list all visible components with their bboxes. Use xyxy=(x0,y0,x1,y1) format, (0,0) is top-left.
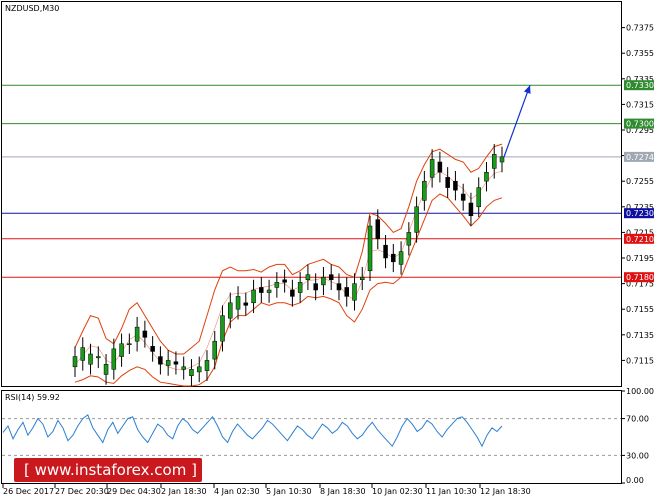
candle-body xyxy=(228,302,233,319)
candle-body xyxy=(367,225,373,272)
candle-body xyxy=(429,159,435,178)
time-tick-label: 29 Dec 04:30 xyxy=(107,487,161,496)
candle-body xyxy=(305,274,311,281)
candle-body xyxy=(282,279,287,283)
candle-body xyxy=(165,360,171,366)
chart-canvas: NZDUSD,M30 0.73750.73550.73350.73150.729… xyxy=(1,1,654,496)
price-tick-label: 0.7115 xyxy=(626,356,654,365)
candle-body xyxy=(96,356,101,359)
candle-body xyxy=(204,360,210,371)
candle-body xyxy=(150,346,155,352)
candle-body xyxy=(243,302,249,306)
candle-body xyxy=(391,253,396,263)
candle-body xyxy=(196,366,202,373)
candle-body xyxy=(103,363,109,375)
candle-body xyxy=(460,193,466,201)
candle-body xyxy=(266,289,272,293)
candle-body xyxy=(220,315,225,342)
level-tag-label: 0.7210 xyxy=(626,235,654,244)
price-tick-label: 0.7375 xyxy=(626,24,654,33)
candle-body xyxy=(127,343,132,346)
candle-body xyxy=(328,274,334,281)
time-tick-label: 8 Jan 18:30 xyxy=(320,487,366,496)
candle-body xyxy=(360,276,365,281)
candle-body xyxy=(142,330,148,338)
time-x-axis: 26 Dec 2017 27 Dec 20:3029 Dec 04:30 2 Jan… xyxy=(2,484,531,496)
watermark-text: www.instaforex.com xyxy=(34,461,187,479)
rsi-tick-label: 70.00 xyxy=(626,415,649,424)
price-panel: NZDUSD,M30 0.73750.73550.73350.73150.729… xyxy=(1,1,654,387)
level-tag-label: 0.7230 xyxy=(626,209,654,218)
candle-body xyxy=(119,343,124,357)
candle-body xyxy=(491,154,497,169)
rsi-tick-label: 0.00 xyxy=(626,476,644,485)
candle-body xyxy=(321,276,326,286)
candle-body xyxy=(375,219,381,240)
level-tag-label: 0.7180 xyxy=(626,273,654,282)
candle-body xyxy=(88,353,93,365)
candle-body xyxy=(189,369,194,377)
candle-body xyxy=(398,251,404,265)
price-y-axis: 0.73750.73550.73350.73150.72950.72750.72… xyxy=(621,24,654,365)
candle-body xyxy=(235,296,241,310)
level-tag-label: 0.7300 xyxy=(626,120,654,129)
candle-body xyxy=(212,340,217,360)
time-tick-label: 2 Jan 18:30 xyxy=(161,487,207,496)
candle-body xyxy=(352,283,357,301)
price-tick-label: 0.7255 xyxy=(626,177,654,186)
candle-body xyxy=(111,348,117,370)
candle-body xyxy=(274,282,280,288)
candle-body xyxy=(251,289,256,304)
candle-body xyxy=(336,283,342,291)
candle-body xyxy=(72,356,78,368)
candle-body xyxy=(181,366,186,370)
price-tick-label: 0.7155 xyxy=(626,305,654,314)
level-tag-label: 0.7274 xyxy=(626,153,654,162)
chart-title: NZDUSD,M30 xyxy=(5,4,59,13)
candle-body xyxy=(437,161,443,173)
time-tick-label: 26 Dec 2017 xyxy=(3,487,54,496)
candle-body xyxy=(453,180,458,191)
time-tick-label: 4 Jan 02:30 xyxy=(214,487,260,496)
candle-body xyxy=(484,171,489,182)
time-tick-label: 10 Jan 02:30 xyxy=(372,487,423,496)
level-tag-label: 0.7330 xyxy=(626,81,654,90)
watermark-banner: [ www.instaforex.com ] xyxy=(14,458,202,482)
candle-body xyxy=(476,187,481,208)
candle-body xyxy=(422,180,427,201)
time-tick-label: 5 Jan 10:30 xyxy=(266,487,312,496)
rsi-tick-label: 30.00 xyxy=(626,451,649,460)
time-tick-label: 27 Dec 20:30 xyxy=(55,487,109,496)
price-panel-frame xyxy=(1,1,622,387)
rsi-tick-label: 100.00 xyxy=(626,387,654,396)
price-tick-label: 0.7135 xyxy=(626,331,654,340)
candle-body xyxy=(313,283,318,291)
candle-body xyxy=(468,202,474,217)
candle-body xyxy=(290,289,295,297)
candle-body xyxy=(134,326,140,342)
candle-body xyxy=(383,244,388,259)
price-tick-label: 0.7195 xyxy=(626,254,654,263)
candle-body xyxy=(158,356,163,365)
time-tick-label: 12 Jan 18:30 xyxy=(480,487,531,496)
candle-body xyxy=(344,287,349,297)
candle-body xyxy=(259,287,264,293)
candle-body xyxy=(297,282,303,293)
candle-body xyxy=(414,206,419,233)
candle-body xyxy=(80,347,86,361)
time-tick-label: 11 Jan 10:30 xyxy=(426,487,477,496)
rsi-title: RSI(14) 59.92 xyxy=(5,393,60,402)
price-tick-label: 0.7355 xyxy=(626,49,654,58)
candle-body xyxy=(173,361,179,365)
candle-body xyxy=(499,156,505,163)
price-tick-label: 0.7315 xyxy=(626,100,654,109)
candle-body xyxy=(406,232,412,246)
candle-body xyxy=(445,177,450,188)
